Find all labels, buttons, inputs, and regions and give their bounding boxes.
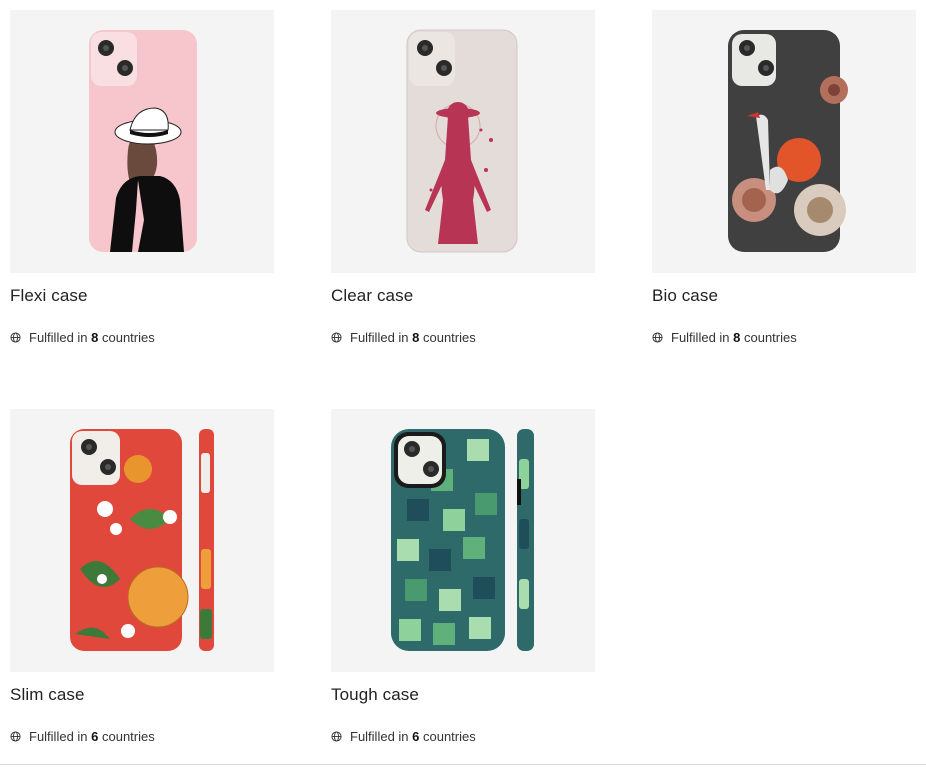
fulfilled-suffix: countries <box>740 330 797 345</box>
fulfilled-prefix: Fulfilled in <box>350 330 413 345</box>
fulfillment-info: Fulfilled in 6 countries <box>331 729 595 744</box>
fulfillment-info: Fulfilled in 8 countries <box>652 330 916 345</box>
product-image-tough[interactable] <box>331 409 595 672</box>
country-count: 8 <box>412 330 420 345</box>
product-title[interactable]: Bio case <box>652 286 916 308</box>
fulfilled-prefix: Fulfilled in <box>671 330 734 345</box>
fulfilled-prefix: Fulfilled in <box>29 330 92 345</box>
clear-case-illustration <box>406 29 518 253</box>
fulfilled-suffix: countries <box>98 729 155 744</box>
product-image-bio[interactable] <box>652 10 916 273</box>
product-image-slim[interactable] <box>10 409 274 672</box>
globe-icon <box>652 332 663 343</box>
product-card-slim[interactable]: Slim case Fulfilled in 6 countries <box>10 409 274 744</box>
product-title[interactable]: Slim case <box>10 685 274 707</box>
product-title[interactable]: Clear case <box>331 286 595 308</box>
fulfilled-suffix: countries <box>419 729 476 744</box>
product-card-tough[interactable]: Tough case Fulfilled in 6 countries <box>331 409 595 744</box>
fulfilled-suffix: countries <box>98 330 155 345</box>
product-card-bio[interactable]: Bio case Fulfilled in 8 countries <box>652 10 916 345</box>
globe-icon <box>331 731 342 742</box>
bottom-divider <box>0 764 926 765</box>
fulfillment-info: Fulfilled in 8 countries <box>331 330 595 345</box>
product-card-flexi[interactable]: Flexi case Fulfilled in 8 countries <box>10 10 274 345</box>
country-count: 6 <box>412 729 420 744</box>
bio-case-illustration <box>728 30 848 252</box>
flexi-case-illustration <box>89 30 197 252</box>
country-count: 6 <box>91 729 99 744</box>
tough-case-illustration <box>391 429 534 651</box>
fulfillment-info: Fulfilled in 8 countries <box>10 330 274 345</box>
globe-icon <box>10 731 21 742</box>
country-count: 8 <box>733 330 741 345</box>
country-count: 8 <box>91 330 99 345</box>
fulfillment-info: Fulfilled in 6 countries <box>10 729 274 744</box>
product-title[interactable]: Flexi case <box>10 286 274 308</box>
slim-case-illustration <box>70 429 214 651</box>
product-image-clear[interactable] <box>331 10 595 273</box>
globe-icon <box>10 332 21 343</box>
product-title[interactable]: Tough case <box>331 685 595 707</box>
product-card-clear[interactable]: Clear case Fulfilled in 8 countries <box>331 10 595 345</box>
fulfilled-prefix: Fulfilled in <box>350 729 413 744</box>
globe-icon <box>331 332 342 343</box>
product-image-flexi[interactable] <box>10 10 274 273</box>
fulfilled-suffix: countries <box>419 330 476 345</box>
fulfilled-prefix: Fulfilled in <box>29 729 92 744</box>
